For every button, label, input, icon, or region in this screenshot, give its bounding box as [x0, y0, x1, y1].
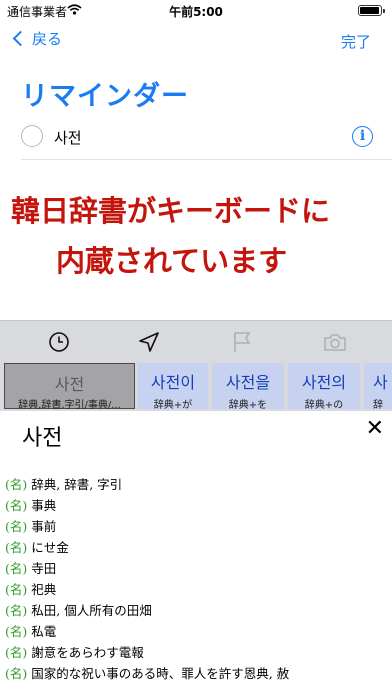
definition-text: 事典	[31, 498, 57, 513]
candidate-word: 사	[373, 373, 388, 392]
location-arrow-icon[interactable]	[137, 331, 161, 353]
definition-item: (名) 国家的な祝い事のある時、罪人を許す恩典, 赦	[5, 663, 385, 684]
definition-text: 寺田	[31, 561, 57, 576]
banner-line-1: 韓日辞書がキーボードに	[11, 194, 331, 228]
definition-item: (名) 謝意をあらわす電報	[5, 642, 385, 663]
candidate-gloss: 辞典,辞書,字引/事典/...	[18, 400, 121, 411]
definition-text: 私田, 個人所有の田畑	[31, 603, 152, 618]
flag-icon[interactable]	[230, 331, 254, 353]
info-icon[interactable]: i	[352, 126, 373, 147]
definition-item: (名) 事前	[5, 516, 385, 537]
candidate-word: 사전의	[301, 373, 347, 392]
candidate-word: 사전을	[225, 373, 271, 392]
candidate-bar: 사전 辞典,辞書,字引/事典/... 사전이 辞典+が 사전을 辞典+を 사전의…	[0, 362, 392, 411]
status-time: 午前5:00	[169, 5, 223, 19]
list-title: リマインダー	[21, 81, 189, 112]
definition-text: にせ金	[31, 540, 69, 555]
back-label: 戻る	[32, 30, 63, 48]
candidate-gloss: 辞典+を	[228, 400, 268, 411]
part-of-speech-label: (名)	[5, 603, 28, 618]
part-of-speech-label: (名)	[5, 624, 28, 639]
camera-icon[interactable]	[323, 331, 347, 353]
battery-icon	[358, 5, 385, 16]
close-icon[interactable]: ✕	[366, 416, 384, 441]
definition-item: (名) 辞典, 辞書, 字引	[5, 474, 385, 495]
definition-text: 祀典	[31, 582, 57, 597]
part-of-speech-label: (名)	[5, 582, 28, 597]
dictionary-headword: 사전	[22, 426, 63, 451]
clock-icon[interactable]	[47, 331, 71, 353]
definition-item: (名) 私電	[5, 621, 385, 642]
candidate-gloss: 辞	[373, 400, 383, 411]
navigation-bar: 戻る 完了	[0, 24, 392, 58]
back-button[interactable]: 戻る	[11, 28, 62, 49]
candidate-gloss: 辞典+が	[153, 400, 193, 411]
candidate-item[interactable]: 사전을 辞典+を	[212, 363, 284, 411]
part-of-speech-label: (名)	[5, 645, 28, 660]
definition-list: (名) 辞典, 辞書, 字引 (名) 事典 (名) 事前 (名) にせ金 (名) 寺田 (…	[5, 474, 385, 684]
definition-text: 私電	[31, 624, 57, 639]
candidate-item[interactable]: 사 辞	[364, 363, 392, 411]
part-of-speech-label: (名)	[5, 540, 28, 555]
definition-text: 辞典, 辞書, 字引	[31, 477, 123, 492]
candidate-item[interactable]: 사전 辞典,辞書,字引/事典/...	[4, 363, 135, 411]
complete-circle-button[interactable]	[21, 125, 43, 147]
banner-line-2: 内蔵されています	[56, 244, 288, 278]
part-of-speech-label: (名)	[5, 477, 28, 492]
definition-text: 国家的な祝い事のある時、罪人を許す恩典, 赦	[31, 666, 290, 681]
chevron-left-icon	[12, 30, 29, 47]
part-of-speech-label: (名)	[5, 519, 28, 534]
candidate-word: 사전	[54, 375, 85, 394]
candidate-item[interactable]: 사전이 辞典+が	[138, 363, 208, 411]
done-button[interactable]: 完了	[341, 31, 371, 52]
definition-text: 事前	[31, 519, 57, 534]
candidate-item[interactable]: 사전의 辞典+の	[288, 363, 360, 411]
part-of-speech-label: (名)	[5, 561, 28, 576]
status-bar: 通信事業者 午前5:00	[0, 0, 392, 22]
reminder-row[interactable]: 사전 i	[21, 122, 392, 160]
reminder-text-input[interactable]: 사전	[54, 127, 82, 148]
candidate-word: 사전이	[150, 373, 196, 392]
definition-item: (名) 私田, 個人所有の田畑	[5, 600, 385, 621]
definition-item: (名) 祀典	[5, 579, 385, 600]
definition-item: (名) にせ金	[5, 537, 385, 558]
definition-text: 謝意をあらわす電報	[31, 645, 144, 660]
part-of-speech-label: (名)	[5, 498, 28, 513]
definition-item: (名) 事典	[5, 495, 385, 516]
candidate-gloss: 辞典+の	[304, 400, 344, 411]
part-of-speech-label: (名)	[5, 666, 28, 681]
keyboard-toolbar	[0, 320, 392, 362]
definition-item: (名) 寺田	[5, 558, 385, 579]
